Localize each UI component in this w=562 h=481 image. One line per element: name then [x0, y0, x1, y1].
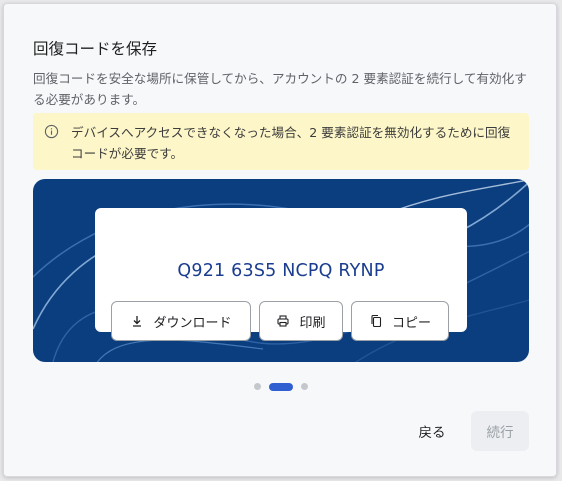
copy-icon [371, 314, 382, 328]
info-icon [44, 124, 59, 139]
warning-banner: デバイスへアクセスできなくなった場合、2 要素認証を無効化するために回復コードが… [33, 113, 529, 170]
warning-text: デバイスへアクセスできなくなった場合、2 要素認証を無効化するために回復コードが… [71, 125, 511, 161]
dialog-title: 回復コードを保存 [33, 40, 158, 58]
pagination-dots [254, 382, 308, 391]
recovery-code-card: Q921 63S5 NCPQ RYNP ダウンロード 印刷 コピー [95, 208, 467, 341]
dialog-description: 回復コードを安全な場所に保管してから、アカウントの 2 要素認証を続行して有効化… [33, 71, 527, 107]
page-dot[interactable] [301, 383, 308, 390]
recovery-code-dialog: 回復コードを保存 回復コードを安全な場所に保管してから、アカウントの 2 要素認… [3, 3, 557, 477]
copy-button[interactable]: コピー [351, 301, 449, 341]
continue-button[interactable]: 続行 [471, 411, 529, 451]
print-icon [277, 315, 290, 327]
code-panel: Q921 63S5 NCPQ RYNP ダウンロード 印刷 コピー [33, 179, 529, 362]
page-dot[interactable] [254, 383, 261, 390]
download-label: ダウンロード [153, 315, 232, 331]
back-button[interactable]: 戻る [404, 411, 460, 451]
print-label: 印刷 [299, 315, 326, 331]
recovery-code: Q921 63S5 NCPQ RYNP [177, 261, 385, 281]
download-button[interactable]: ダウンロード [111, 301, 251, 341]
download-icon [133, 316, 142, 327]
page-dot-active[interactable] [269, 382, 293, 391]
print-button[interactable]: 印刷 [259, 301, 343, 341]
copy-label: コピー [391, 315, 431, 331]
